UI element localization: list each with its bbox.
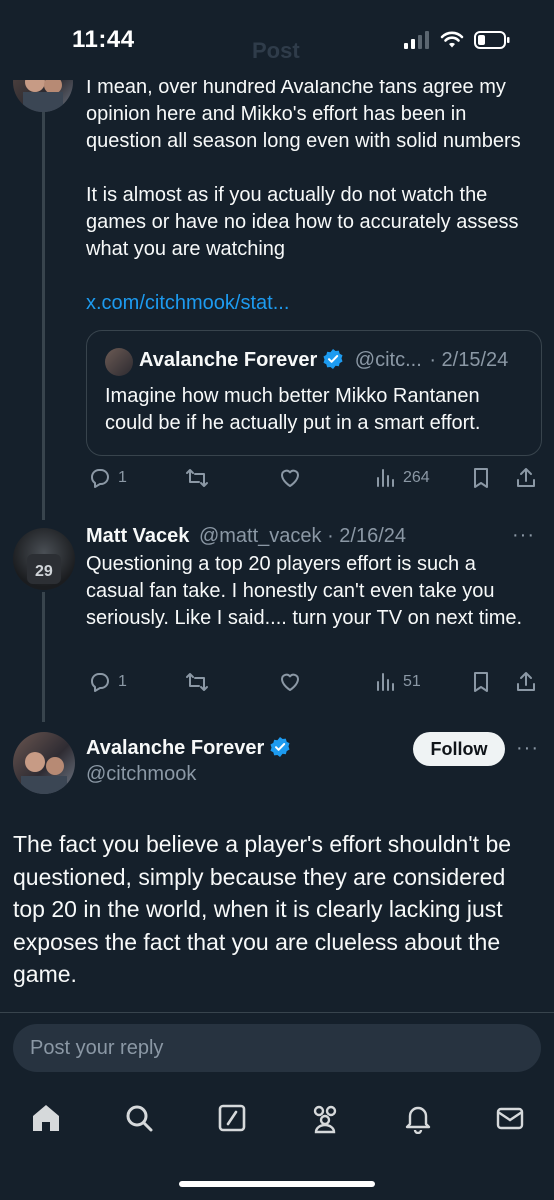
heart-icon — [281, 469, 299, 487]
mail-icon — [496, 1107, 524, 1130]
bookmark-icon — [474, 672, 488, 692]
heart-icon — [281, 673, 299, 691]
tab-search[interactable] — [119, 1098, 159, 1138]
author-handle[interactable]: @citchmook — [86, 763, 196, 786]
reply-count: 1 — [118, 673, 127, 690]
tab-notifications[interactable] — [398, 1098, 438, 1138]
status-time: 11:44 — [72, 26, 135, 53]
quoted-tweet-card[interactable]: Avalanche Forever @citc... · 2/15/24 Ima… — [86, 330, 542, 456]
repost-button[interactable] — [184, 466, 210, 490]
reply-icon — [91, 673, 109, 692]
share-icon — [517, 468, 535, 487]
thread-line — [42, 592, 45, 722]
more-options-icon[interactable]: ··· — [512, 524, 535, 547]
home-icon — [33, 1105, 59, 1131]
quote-date: · 2/15/24 — [429, 349, 509, 371]
bookmark-icon — [474, 468, 488, 488]
repost-icon — [186, 469, 208, 487]
quote-author-handle: @citc... — [354, 349, 422, 371]
more-options-icon[interactable]: ··· — [516, 737, 539, 760]
reply-count: 1 — [118, 469, 127, 486]
tab-communities[interactable] — [305, 1098, 345, 1138]
battery-icon — [474, 31, 510, 49]
tab-home[interactable] — [26, 1098, 66, 1138]
tweet-header: Matt Vacek @matt_vacek · 2/16/24 — [86, 525, 406, 548]
repost-icon — [186, 673, 208, 691]
thread-line — [42, 110, 45, 520]
like-button[interactable] — [278, 466, 302, 490]
tweet-body: I mean, over hundred Avalanche fans agre… — [86, 76, 521, 260]
author-name[interactable]: Matt Vacek — [86, 525, 189, 547]
verified-badge-icon — [323, 349, 343, 369]
share-button[interactable] — [514, 466, 538, 490]
verified-badge-icon — [270, 737, 290, 757]
home-indicator[interactable] — [179, 1181, 375, 1187]
status-bar: 11:44 Post — [0, 0, 554, 80]
bookmark-button[interactable] — [470, 466, 492, 490]
reply-icon — [91, 469, 109, 488]
author-handle[interactable]: @matt_vacek — [199, 525, 322, 547]
tweet-actions: 1 51 — [86, 670, 540, 698]
views-button[interactable]: 51 — [375, 670, 421, 694]
reply-button[interactable]: 1 — [88, 466, 127, 490]
tweet-date: · 2/16/24 — [327, 525, 407, 547]
main-tweet-body: The fact you believe a player's effort s… — [13, 831, 512, 987]
views-count: 51 — [403, 673, 421, 690]
bookmark-button[interactable] — [470, 670, 492, 694]
views-icon — [377, 469, 394, 487]
quote-body: Imagine how much better Mikko Rantanen c… — [105, 385, 481, 434]
bell-icon — [405, 1106, 431, 1134]
tweet-link[interactable]: x.com/citchmook/stat... — [86, 290, 289, 317]
tab-grok[interactable] — [212, 1098, 252, 1138]
grok-icon — [218, 1104, 246, 1132]
communities-icon — [313, 1105, 337, 1134]
share-button[interactable] — [514, 670, 538, 694]
quote-header: Avalanche Forever @citc... · 2/15/24 — [139, 349, 508, 372]
like-button[interactable] — [278, 670, 302, 694]
repost-button[interactable] — [184, 670, 210, 694]
quote-avatar — [105, 348, 133, 376]
share-icon — [517, 672, 535, 691]
follow-button[interactable]: Follow — [413, 732, 505, 766]
search-icon — [126, 1105, 153, 1132]
signal-icon — [404, 31, 429, 49]
views-count: 264 — [403, 469, 430, 486]
header-title-ghost: Post — [252, 38, 300, 63]
reply-input[interactable]: Post your reply — [13, 1024, 541, 1072]
reply-button[interactable]: 1 — [88, 670, 127, 694]
views-icon — [377, 673, 394, 691]
author-name[interactable]: Avalanche Forever — [86, 737, 264, 759]
wifi-icon — [440, 31, 464, 48]
avatar[interactable] — [13, 732, 75, 794]
bottom-tab-bar — [0, 1090, 554, 1150]
main-author-name-row: Avalanche Forever — [86, 737, 290, 760]
tweet-actions: 1 264 — [86, 466, 540, 494]
avatar-photo — [21, 752, 67, 794]
tweet-body: Questioning a top 20 players effort is s… — [86, 553, 523, 629]
status-icons — [404, 31, 510, 49]
tab-messages[interactable] — [490, 1098, 530, 1138]
svg-text:29: 29 — [35, 563, 53, 580]
avatar-photo: 29 — [27, 554, 61, 584]
views-button[interactable]: 264 — [375, 466, 430, 490]
avatar[interactable]: 29 — [13, 528, 75, 590]
quote-author-name: Avalanche Forever — [139, 349, 318, 371]
divider — [0, 1012, 554, 1013]
